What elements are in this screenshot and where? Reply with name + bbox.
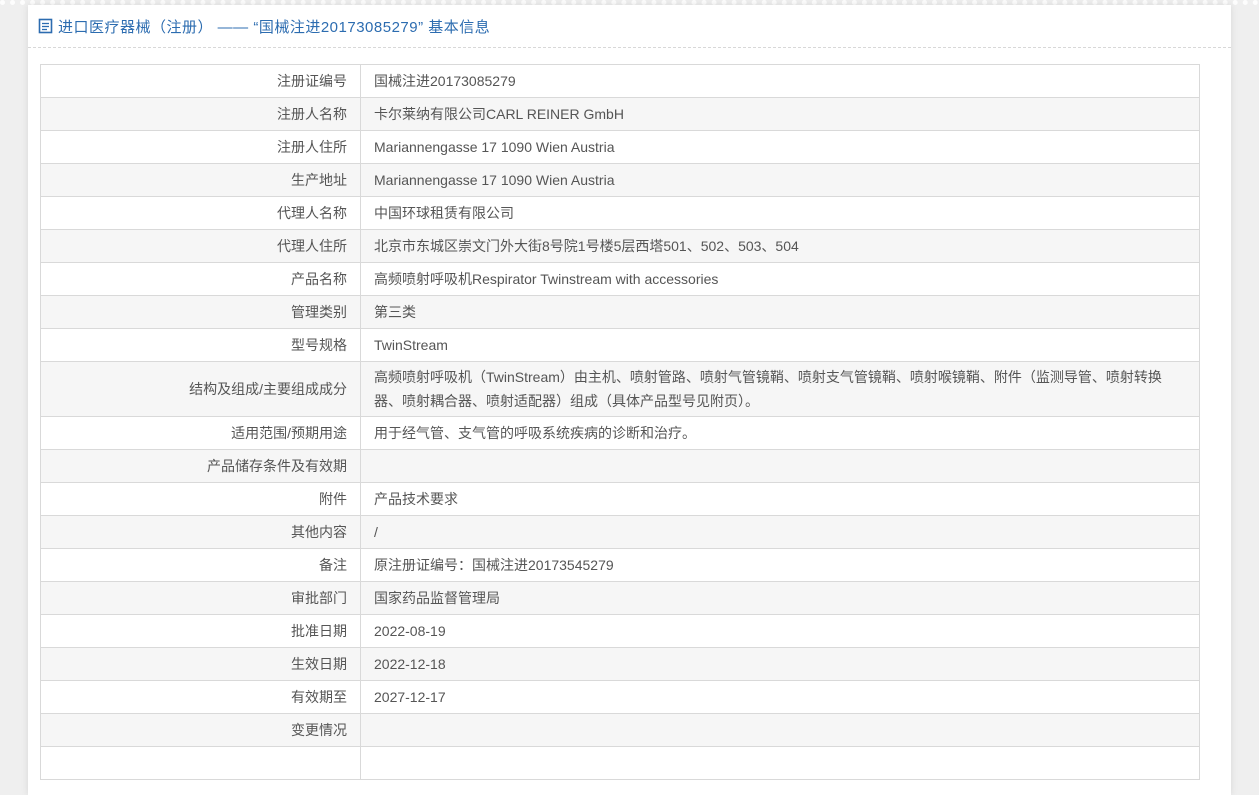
table-row: 产品名称高频喷射呼吸机Respirator Twinstream with ac… (41, 263, 1200, 296)
table-row (41, 747, 1200, 780)
content-panel: 进口医疗器械（注册） —— “国械注进20173085279” 基本信息 注册证… (28, 5, 1231, 795)
row-label: 产品储存条件及有效期 (41, 450, 361, 483)
row-label: 附件 (41, 483, 361, 516)
row-label: 批准日期 (41, 615, 361, 648)
row-value: TwinStream (361, 329, 1200, 362)
row-value: / (361, 516, 1200, 549)
row-value: 高频喷射呼吸机Respirator Twinstream with access… (361, 263, 1200, 296)
row-value: 高频喷射呼吸机（TwinStream）由主机、喷射管路、喷射气管镜鞘、喷射支气管… (361, 362, 1200, 417)
table-row: 其他内容/ (41, 516, 1200, 549)
row-label: 型号规格 (41, 329, 361, 362)
table-row: 有效期至2027-12-17 (41, 681, 1200, 714)
row-value: 2022-12-18 (361, 648, 1200, 681)
table-row: 生效日期2022-12-18 (41, 648, 1200, 681)
table-row: 附件产品技术要求 (41, 483, 1200, 516)
table-row: 注册证编号国械注进20173085279 (41, 65, 1200, 98)
row-value: 卡尔莱纳有限公司CARL REINER GmbH (361, 98, 1200, 131)
row-value: 中国环球租赁有限公司 (361, 197, 1200, 230)
row-label: 变更情况 (41, 714, 361, 747)
row-label: 结构及组成/主要组成成分 (41, 362, 361, 417)
table-row: 型号规格TwinStream (41, 329, 1200, 362)
row-label: 适用范围/预期用途 (41, 417, 361, 450)
row-value (361, 714, 1200, 747)
table-row: 备注原注册证编号：国械注进20173545279 (41, 549, 1200, 582)
row-label: 注册人名称 (41, 98, 361, 131)
table-row: 批准日期2022-08-19 (41, 615, 1200, 648)
table-row: 结构及组成/主要组成成分高频喷射呼吸机（TwinStream）由主机、喷射管路、… (41, 362, 1200, 417)
row-value: 2022-08-19 (361, 615, 1200, 648)
row-label: 审批部门 (41, 582, 361, 615)
table-container: 注册证编号国械注进20173085279注册人名称卡尔莱纳有限公司CARL RE… (28, 48, 1231, 780)
row-label: 代理人名称 (41, 197, 361, 230)
table-row: 变更情况 (41, 714, 1200, 747)
row-label: 注册人住所 (41, 131, 361, 164)
document-icon (38, 18, 53, 34)
row-value (361, 747, 1200, 780)
row-value: 第三类 (361, 296, 1200, 329)
row-label: 生产地址 (41, 164, 361, 197)
row-label: 代理人住所 (41, 230, 361, 263)
table-row: 注册人住所Mariannengasse 17 1090 Wien Austria (41, 131, 1200, 164)
row-value: 产品技术要求 (361, 483, 1200, 516)
row-value: Mariannengasse 17 1090 Wien Austria (361, 131, 1200, 164)
row-value: 国械注进20173085279 (361, 65, 1200, 98)
row-value: 2027-12-17 (361, 681, 1200, 714)
row-value: Mariannengasse 17 1090 Wien Austria (361, 164, 1200, 197)
row-value: 用于经气管、支气管的呼吸系统疾病的诊断和治疗。 (361, 417, 1200, 450)
row-label: 管理类别 (41, 296, 361, 329)
table-row: 生产地址Mariannengasse 17 1090 Wien Austria (41, 164, 1200, 197)
table-row: 管理类别第三类 (41, 296, 1200, 329)
table-row: 注册人名称卡尔莱纳有限公司CARL REINER GmbH (41, 98, 1200, 131)
table-row: 产品储存条件及有效期 (41, 450, 1200, 483)
row-label: 其他内容 (41, 516, 361, 549)
row-label: 备注 (41, 549, 361, 582)
page-title: 进口医疗器械（注册） —— “国械注进20173085279” 基本信息 (58, 16, 490, 37)
row-value: 北京市东城区崇文门外大街8号院1号楼5层西塔501、502、503、504 (361, 230, 1200, 263)
row-label: 生效日期 (41, 648, 361, 681)
panel-header: 进口医疗器械（注册） —— “国械注进20173085279” 基本信息 (28, 5, 1231, 48)
table-row: 代理人住所北京市东城区崇文门外大街8号院1号楼5层西塔501、502、503、5… (41, 230, 1200, 263)
row-label: 产品名称 (41, 263, 361, 296)
row-label (41, 747, 361, 780)
row-value: 原注册证编号：国械注进20173545279 (361, 549, 1200, 582)
row-value: 国家药品监督管理局 (361, 582, 1200, 615)
table-row: 审批部门国家药品监督管理局 (41, 582, 1200, 615)
table-row: 代理人名称中国环球租赁有限公司 (41, 197, 1200, 230)
table-row: 适用范围/预期用途用于经气管、支气管的呼吸系统疾病的诊断和治疗。 (41, 417, 1200, 450)
registration-info-table: 注册证编号国械注进20173085279注册人名称卡尔莱纳有限公司CARL RE… (40, 64, 1200, 780)
row-label: 注册证编号 (41, 65, 361, 98)
row-label: 有效期至 (41, 681, 361, 714)
row-value (361, 450, 1200, 483)
